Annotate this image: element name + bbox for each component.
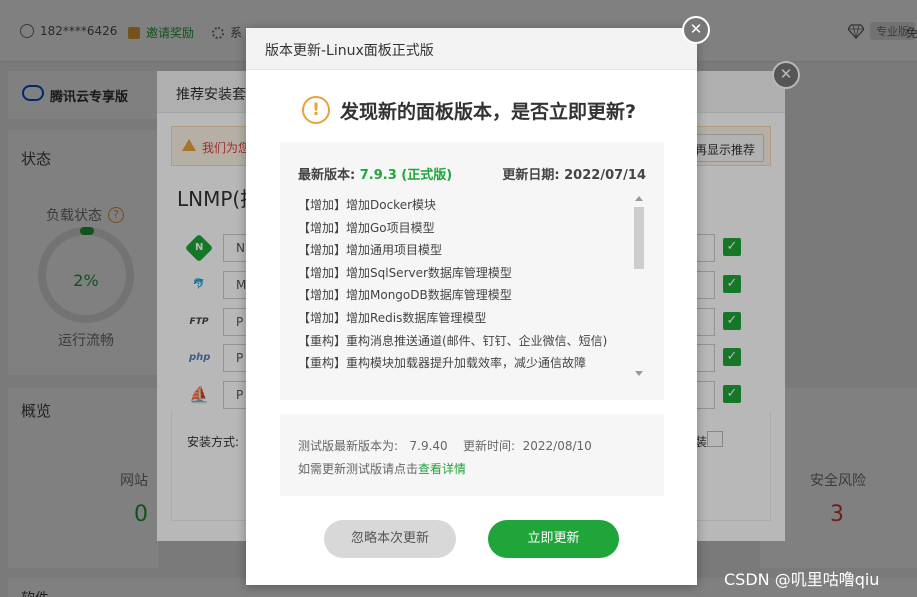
update-dialog-close-button[interactable]: ✕ [682,16,710,44]
ignore-update-button[interactable]: 忽略本次更新 [324,520,456,558]
update-date-label: 更新日期: [502,168,560,183]
update-dialog: 版本更新-Linux面板正式版 ✕ ! 发现新的面板版本，是否立即更新? 最新版… [246,16,710,585]
changelog-scrollbar[interactable] [632,194,644,380]
beta-hint-text: 如需更新测试版请点击 [298,462,419,476]
beta-hint: 如需更新测试版请点击查看详情 [298,460,466,477]
changelog-item: 【重构】重构消息推送通道(邮件、钉钉、企业微信、短信) [298,333,608,348]
latest-version-label: 最新版本: [298,168,356,183]
update-headline-text: 发现新的面板版本，是否立即更新? [340,100,637,123]
update-dialog-header: 版本更新-Linux面板正式版 [246,28,697,70]
beta-time-label: 更新时间: [462,439,515,453]
update-date-value: 2022/07/14 [564,168,646,183]
latest-version: 最新版本: 7.9.3 (正式版) [298,164,452,183]
beta-version-info: 测试版最新版本为: 7.9.40 更新时间: 2022/08/10 [298,437,592,454]
scrollbar-thumb[interactable] [634,207,644,269]
beta-version-value: 7.9.40 [409,439,448,453]
view-details-link[interactable]: 查看详情 [418,462,466,476]
scroll-up-arrow-icon[interactable] [635,196,643,201]
beta-info-box: 测试版最新版本为: 7.9.40 更新时间: 2022/08/10 如需更新测试… [280,414,664,496]
update-now-button[interactable]: 立即更新 [488,520,619,558]
changelog-item: 【增加】增加Docker模块 [298,198,437,212]
changelog-item: 【增加】增加通用项目模型 [298,243,443,258]
update-headline: ! 发现新的面板版本，是否立即更新? [302,96,636,124]
changelog-item: 【增加】增加MongoDB数据库管理模型 [298,288,512,303]
changelog-item: 【增加】增加Redis数据库管理模型 [298,310,487,325]
changelog-item: 【增加】增加SqlServer数据库管理模型 [298,265,512,280]
beta-version-label: 测试版最新版本为: [298,439,399,453]
changelog-item: 【重构】重构模块加载器提升加载效率，减少通信故障 [298,356,587,371]
update-date: 更新日期: 2022/07/14 [502,164,646,183]
exclamation-icon: ! [302,96,330,124]
changelog-item: 【增加】增加Go项目模型 [298,220,435,235]
version-info-box: 最新版本: 7.9.3 (正式版) 更新日期: 2022/07/14 【增加】增… [280,142,664,400]
scroll-down-arrow-icon[interactable] [635,371,643,376]
watermark: CSDN @叽里咕噜qiu [724,570,880,589]
changelog-list[interactable]: 【增加】增加Docker模块 【增加】增加Go项目模型 【增加】增加通用项目模型… [298,194,642,380]
latest-version-value: 7.9.3 (正式版) [359,168,453,183]
beta-time-value: 2022/08/10 [522,439,592,453]
